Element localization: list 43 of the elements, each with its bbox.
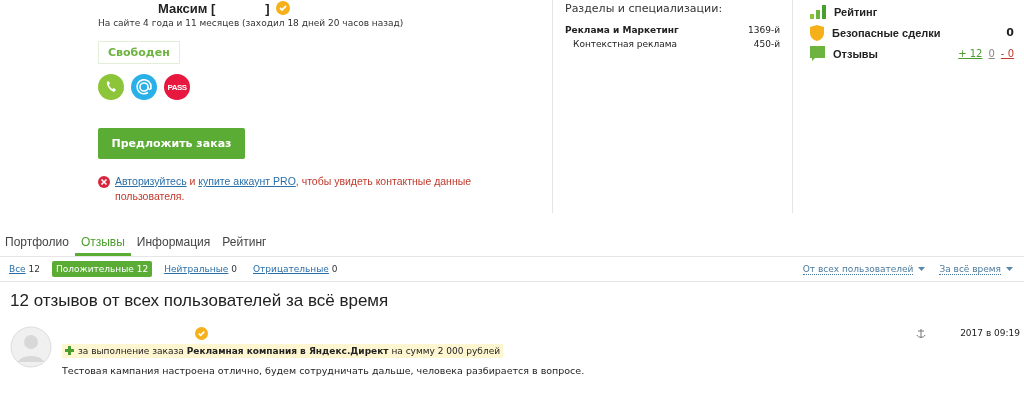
notice-text: Авторизуйтесь и купите аккаунт PRO, чтобы увидеть контактные данные пользователя. (115, 174, 473, 204)
dropdown[interactable]: От всех пользователей (802, 263, 926, 275)
user-name: Максим [ ] (158, 0, 270, 16)
specialization-name: Контекстная реклама (573, 39, 678, 49)
specialization-name: Реклама и Маркетинг (565, 25, 679, 35)
anchor-icon[interactable] (916, 327, 927, 339)
plus-icon (65, 346, 74, 355)
caret-icon (918, 267, 926, 271)
filter-tab[interactable]: Все 12 (5, 261, 44, 277)
bar-chart-icon (810, 4, 826, 19)
tab[interactable]: Портфолио (5, 231, 75, 256)
negative-count[interactable]: - 0 (1000, 48, 1014, 59)
stat-value: 0 (1006, 26, 1014, 39)
tab[interactable]: Рейтинг (216, 231, 273, 256)
tab[interactable]: Отзывы (74, 231, 131, 256)
filter-tab[interactable]: Нейтральные 0 (160, 261, 241, 277)
avatar (10, 326, 52, 368)
notice-link[interactable]: купите аккаунт PRO (198, 175, 296, 187)
comment-icon (810, 45, 825, 62)
notice-link[interactable]: Авторизуйтесь (115, 175, 187, 187)
tab[interactable]: Информация (130, 231, 217, 256)
reviews-heading: 12 отзывов от всех пользователей за всё время (10, 291, 390, 311)
order-info: за выполнение заказа Рекламная компания в Яндекс.Директ на сумму 2 000 рублей (78, 345, 501, 356)
specialization-place: 1369-й (748, 25, 780, 35)
stat-label: Безопасные сделки (832, 26, 941, 39)
section-title: Разделы и специализации: (565, 2, 724, 15)
email-icon[interactable] (131, 74, 157, 100)
status-badge: Свободен (98, 41, 180, 64)
shield-icon (810, 24, 824, 41)
positive-count[interactable]: + 12 (958, 48, 983, 59)
stat-label: Отзывы (833, 47, 878, 60)
stat-label: Рейтинг (834, 5, 878, 18)
review-date: 2017 в 09:19 (960, 328, 1020, 338)
specialization-place: 450-й (753, 39, 780, 49)
online-info: На сайте 4 года и 11 месяцев (заходил 18 дней 20 часов назад) (98, 18, 405, 28)
review-text: Тестовая кампания настроена отлично, будем сотрудничать дальше, человека разбирается в вопросе. (62, 365, 586, 376)
pass-badge[interactable]: PASS (164, 74, 190, 100)
caret-icon (1006, 267, 1013, 271)
error-icon (98, 176, 110, 188)
neutral-count[interactable]: 0 (988, 48, 995, 59)
dropdown[interactable]: За всё время (939, 263, 1013, 275)
filter-tab[interactable]: Отрицательные 0 (249, 261, 342, 277)
phone-icon[interactable] (98, 74, 124, 100)
